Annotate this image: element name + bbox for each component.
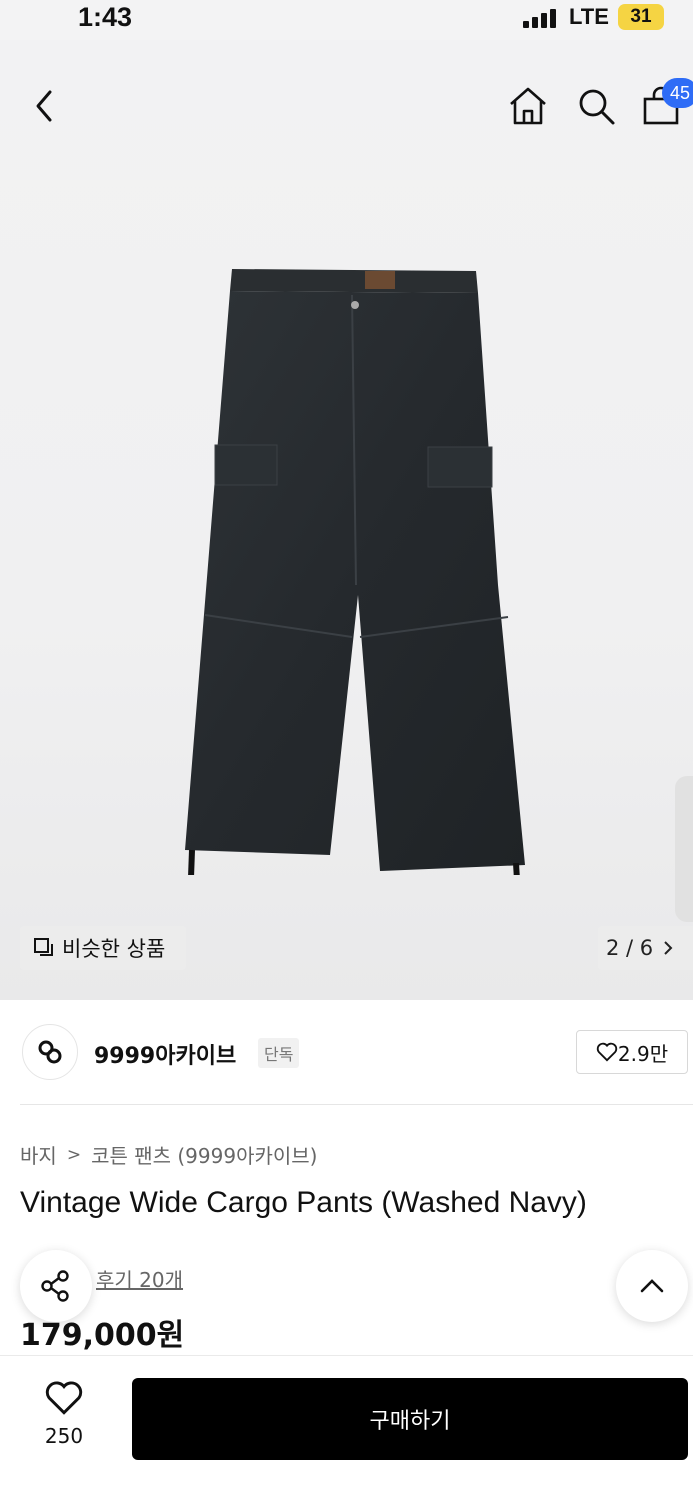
scroll-top-button[interactable] [616,1250,688,1322]
back-icon[interactable] [26,86,66,126]
brand-logo-icon [38,1040,62,1064]
share-button[interactable] [20,1250,92,1322]
home-icon[interactable] [506,84,550,128]
product-title: Vintage Wide Cargo Pants (Washed Navy) [20,1186,587,1219]
product-image [185,269,525,875]
brand-logo[interactable] [22,1024,78,1080]
share-icon [41,1270,69,1302]
wishlist-button[interactable]: 250 [20,1380,108,1460]
reviews-link[interactable]: 후기 20개 [96,1264,183,1293]
brand-row: 9999아카이브 단독 2.9만 [0,1000,693,1106]
image-pager[interactable]: 2 / 6 [598,926,693,970]
battery-icon: 31 [618,4,664,30]
status-bar: 1:43 LTE 31 [0,0,693,40]
pager-text: 2 / 6 [606,936,654,960]
copy-icon [34,938,53,956]
similar-products-button[interactable]: 비슷한 상품 [20,926,186,970]
cart-count-badge: 45 [662,78,693,108]
signal-icon [523,8,563,28]
search-icon[interactable] [574,84,618,128]
heart-icon [45,1381,83,1415]
heart-icon [596,1042,618,1062]
breadcrumb: 바지 > 코튼 팬츠 (9999아카이브) [20,1140,317,1169]
brand-like-button[interactable]: 2.9만 [576,1030,688,1074]
bottom-action-bar: 250 구매하기 [0,1355,693,1500]
status-time: 1:43 [78,2,133,32]
breadcrumb-item[interactable]: 바지 [20,1140,57,1169]
network-type: LTE [569,4,609,29]
breadcrumb-item[interactable]: 코튼 팬츠 (9999아카이브) [91,1140,317,1169]
product-image-area[interactable]: 45 비슷한 상품 2 / 6 [0,40,693,1000]
brand-like-count: 2.9만 [617,1041,669,1066]
chevron-right-icon: > [66,1144,82,1165]
similar-products-label: 비슷한 상품 [62,937,166,961]
wishlist-count: 250 [44,1424,84,1448]
brand-name[interactable]: 9999아카이브 [94,1038,236,1070]
chevron-right-icon [664,941,673,955]
chevron-up-icon [640,1279,664,1293]
exclusive-badge: 단독 [258,1038,300,1068]
buy-button[interactable]: 구매하기 [132,1378,688,1460]
divider [20,1104,693,1105]
side-drawer-handle[interactable] [675,776,693,922]
